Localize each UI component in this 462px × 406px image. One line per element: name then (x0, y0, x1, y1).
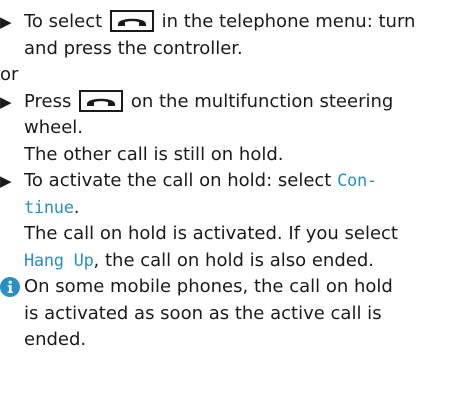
step-2-line-2: wheel. (0, 115, 462, 142)
step-1-line-1: ▶ To select in the telephone menu: turn (0, 9, 462, 36)
note-line-3: ended. (0, 327, 462, 354)
note-text-3: ended. (24, 329, 87, 350)
note-line-2: is activated as soon as the active call … (0, 301, 462, 328)
step-2-line-1: ▶ Press on the multifunction steering (0, 89, 462, 116)
step-bullet: ▶ (0, 92, 12, 111)
step-3-result-line-2: Hang Up, the call on hold is also ended. (0, 248, 462, 275)
note-text-2: is activated as soon as the active call … (24, 302, 382, 324)
step-1-text-post: in the telephone menu: turn (161, 11, 416, 32)
step-2-result: The other call is still on hold. (0, 142, 462, 169)
step-1-line-2: and press the controller. (0, 36, 462, 63)
menu-item-continue-part2: tinue (24, 197, 74, 218)
menu-item-hang-up: Hang Up (24, 250, 94, 271)
menu-item-continue-part1: Con- (337, 171, 377, 191)
note-line-1: On some mobile phones, the call on hold (0, 274, 462, 301)
step-bullet: ▶ (0, 172, 12, 190)
step-3-line-1: ▶ To activate the call on hold: select C… (0, 168, 462, 195)
step-3-result-text-2: , the call on hold is also ended. (93, 249, 374, 271)
step-1-text-pre: To select (24, 11, 103, 32)
step-3-result-text-1: The call on hold is activated. If you se… (24, 223, 398, 244)
note-text-1: On some mobile phones, the call on hold (24, 276, 393, 297)
step-3-text-pre: To activate the call on hold: select (24, 170, 332, 191)
step-3-result-line-1: The call on hold is activated. If you se… (0, 221, 462, 248)
or-line: or (0, 62, 462, 89)
phone-handset-icon (79, 89, 124, 112)
step-bullet: ▶ (0, 13, 12, 31)
info-icon (0, 277, 20, 297)
step-3-line-2: tinue. (0, 195, 462, 222)
step-1-text-line2: and press the controller. (24, 37, 243, 59)
step-2-text-post: on the multifunction steering (130, 90, 394, 112)
step-3-text-period: . (73, 196, 80, 218)
instruction-page: ▶ To select in the telephone menu: turn … (0, 9, 462, 354)
step-2-text-pre: Press (24, 90, 72, 112)
step-2-result-text: The other call is still on hold. (24, 143, 284, 165)
step-2-text-line2: wheel. (24, 117, 84, 138)
or-label: or (0, 64, 19, 85)
phone-handset-icon (109, 10, 154, 32)
